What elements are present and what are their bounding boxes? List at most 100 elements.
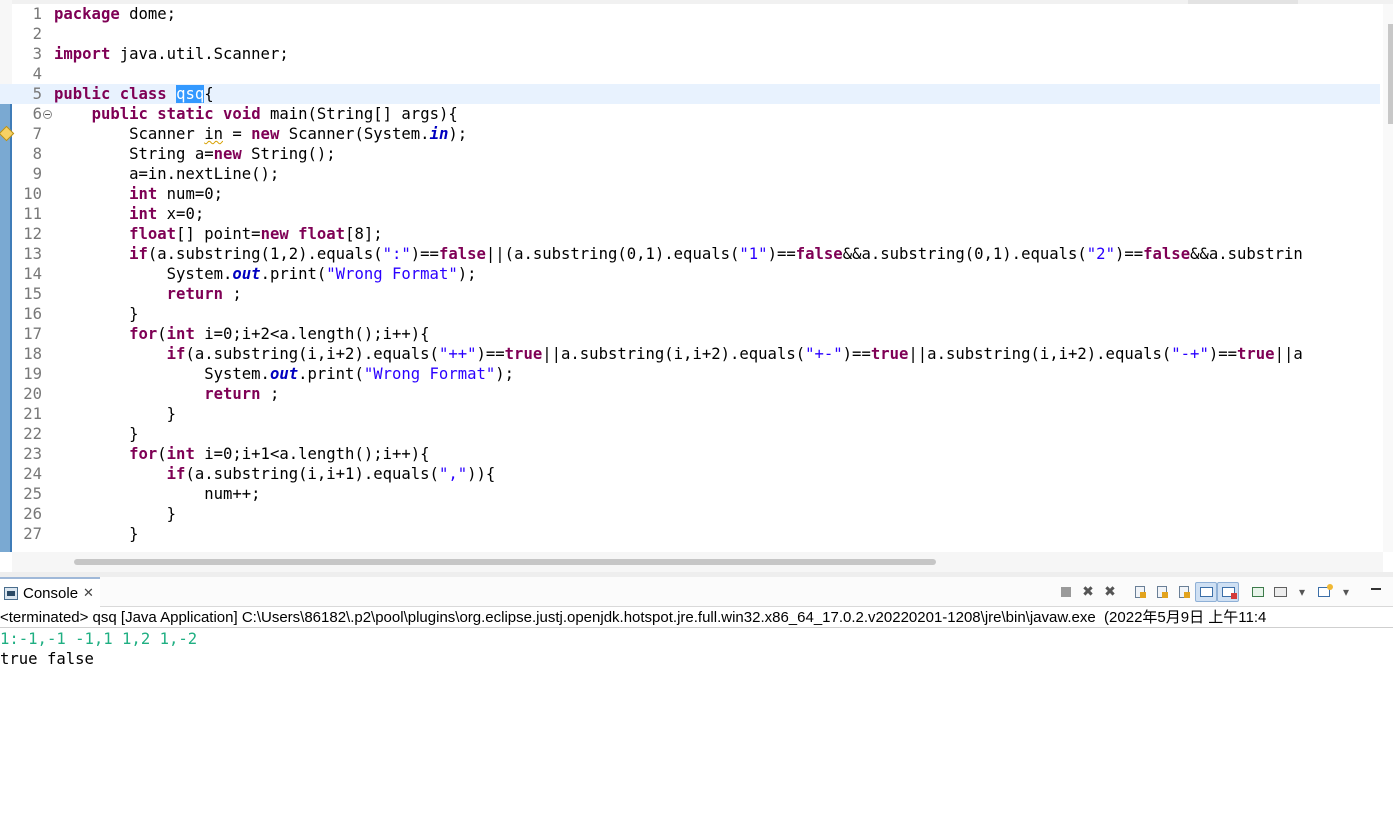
line-number: 5 [32,85,42,103]
show-on-stderr-icon[interactable] [1217,582,1239,602]
vertical-scroll-thumb[interactable] [1388,24,1393,124]
code-line[interactable]: 24 if(a.substring(i,i+1).equals(",")){ [0,464,1380,484]
chevron-down-icon[interactable]: ▾ [1335,582,1357,602]
code-line[interactable]: 19 System.out.print("Wrong Format"); [0,364,1380,384]
code-text: } [54,525,139,543]
code-text: public static void main(String[] args){ [91,105,458,123]
chevron-down-icon[interactable]: ▾ [1291,582,1313,602]
horizontal-scrollbar[interactable] [12,552,1383,572]
code-text: if(a.substring(i,i+1).equals(",")){ [166,465,496,483]
code-line[interactable]: 6 public static void main(String[] args)… [0,104,1380,124]
code-text: System.out.print("Wrong Format"); [54,365,515,383]
line-number: 17 [23,325,42,343]
line-number: 10 [23,185,42,203]
line-number: 21 [23,405,42,423]
code-text: String a=new String(); [54,145,336,163]
open-console-icon[interactable] [1313,582,1335,602]
close-icon[interactable]: ✕ [83,586,94,601]
code-text: for(int i=0;i+1<a.length();i++){ [129,445,430,463]
terminate-icon[interactable] [1055,582,1077,602]
line-number: 11 [23,205,42,223]
code-line[interactable]: 22 } [0,424,1380,444]
remove-all-terminated-icon[interactable]: ✖ [1099,582,1121,602]
code-line[interactable]: 8 String a=new String(); [0,144,1380,164]
code-line[interactable]: 3 import java.util.Scanner; [0,44,1380,64]
scroll-lock-icon[interactable] [1151,582,1173,602]
line-number: 19 [23,365,42,383]
code-line[interactable]: 12 float[] point=new float[8]; [0,224,1380,244]
code-line[interactable]: 9 a=in.nextLine(); [0,164,1380,184]
clear-console-icon[interactable] [1129,582,1151,602]
code-line[interactable]: 5 public class qsq{ [0,84,1380,104]
console-view: Console ✕ ✖ ✖ ▾ ▾ <terminated> qsq [Java… [0,577,1393,832]
line-number: 6 [32,105,42,123]
code-line[interactable]: 2 [0,24,1380,44]
code-text: float[] point=new float[8]; [129,225,383,243]
code-line[interactable]: 23 for(int i=0;i+1<a.length();i++){ [0,444,1380,464]
code-line[interactable]: 11 int x=0; [0,204,1380,224]
line-number: 22 [23,425,42,443]
code-line[interactable]: 7 Scanner in = new Scanner(System.in); [0,124,1380,144]
code-text: if(a.substring(i,i+2).equals("++")==true… [166,345,1303,363]
line-number: 13 [23,245,42,263]
console-tab-label: Console [23,584,79,602]
console-process-label: <terminated> qsq [Java Application] C:\U… [0,608,1393,628]
line-number: 14 [23,265,42,283]
code-text: } [54,405,177,423]
code-text: a=in.nextLine(); [54,165,280,183]
code-text: num++; [54,485,261,503]
code-line[interactable]: 4 [0,64,1380,84]
code-line[interactable]: 14 System.out.print("Wrong Format"); [0,264,1380,284]
console-icon [4,586,18,600]
line-number: 15 [23,285,42,303]
selected-text: qsq [176,85,205,103]
code-line[interactable]: 18 if(a.substring(i,i+2).equals("++")==t… [0,344,1380,364]
word-wrap-icon[interactable] [1173,582,1195,602]
code-text: } [54,425,139,443]
code-line[interactable]: 1 package dome; [0,4,1380,24]
code-text: public class qsq{ [54,85,214,103]
minimize-icon[interactable] [1365,582,1387,602]
remove-launch-icon[interactable]: ✖ [1077,582,1099,602]
line-number: 9 [32,165,42,183]
code-text: package dome; [54,5,177,23]
code-line[interactable]: 21 } [0,404,1380,424]
line-number: 23 [23,445,42,463]
code-text: System.out.print("Wrong Format"); [54,265,477,283]
code-line[interactable]: 27 } [0,524,1380,544]
console-output-line: true false [0,650,94,668]
code-line[interactable]: 13 if(a.substring(1,2).equals(":")==fals… [0,244,1380,264]
warning-icon[interactable] [0,126,12,140]
show-on-stdout-icon[interactable] [1195,582,1217,602]
code-text: Scanner in = new Scanner(System.in); [54,125,468,143]
vertical-scrollbar[interactable] [1383,4,1393,552]
code-line[interactable]: 16 } [0,304,1380,324]
code-line[interactable]: 15 return ; [0,284,1380,304]
code-line[interactable]: 17 for(int i=0;i+2<a.length();i++){ [0,324,1380,344]
code-text: if(a.substring(1,2).equals(":")==false||… [129,245,1303,263]
code-area[interactable]: 1 package dome; 2 3 import java.util.Scanner… [0,4,1380,552]
console-toolbar: ✖ ✖ ▾ ▾ [1055,581,1387,603]
code-text: } [54,505,177,523]
code-line[interactable]: 20 return ; [0,384,1380,404]
pin-console-icon[interactable] [1247,582,1269,602]
console-output[interactable]: 1:-1,-1 -1,1 1,2 1,-2 true false [0,629,1393,669]
code-text: int num=0; [129,185,223,203]
horizontal-scroll-thumb[interactable] [74,559,936,565]
console-tab-bar: Console ✕ ✖ ✖ ▾ ▾ [0,577,1393,607]
display-selected-console-icon[interactable] [1269,582,1291,602]
code-line[interactable]: 25 num++; [0,484,1380,504]
line-number: 3 [32,45,42,63]
code-text: } [54,305,139,323]
code-text: import java.util.Scanner; [54,45,289,63]
fold-collapse-icon[interactable] [42,104,52,124]
code-editor[interactable]: 1 package dome; 2 3 import java.util.Scanner… [0,0,1393,572]
line-number: 25 [23,485,42,503]
line-number: 12 [23,225,42,243]
tab-console[interactable]: Console ✕ [0,577,100,607]
code-text: for(int i=0;i+2<a.length();i++){ [129,325,430,343]
code-line[interactable]: 10 int num=0; [0,184,1380,204]
line-number: 24 [23,465,42,483]
code-line[interactable]: 26 } [0,504,1380,524]
line-number: 2 [32,25,42,43]
